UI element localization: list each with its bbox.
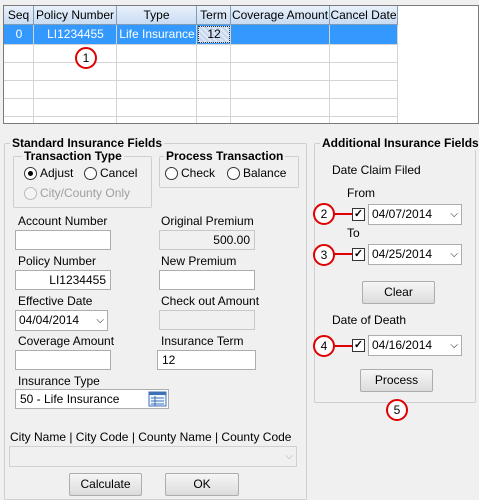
col-divider <box>397 25 398 123</box>
cell-cancel-date[interactable] <box>330 25 398 43</box>
city-county-select[interactable]: ⌵ <box>9 446 297 467</box>
effective-date-value: 04/04/2014 <box>19 313 80 327</box>
col-divider <box>196 25 197 123</box>
col-divider <box>329 25 330 123</box>
col-divider <box>230 25 231 123</box>
insurance-term-label: Insurance Term <box>161 334 244 348</box>
from-date-value: 04/07/2014 <box>372 207 433 221</box>
ok-button[interactable]: OK <box>165 473 239 496</box>
additional-insurance-group <box>314 143 476 403</box>
account-number-label: Account Number <box>18 214 108 228</box>
adjust-label[interactable]: Adjust <box>40 166 73 180</box>
check-out-amount-input[interactable] <box>159 310 255 330</box>
city-county-header-label: City Name | City Code | County Name | Co… <box>10 430 292 444</box>
new-premium-label: New Premium <box>161 254 237 268</box>
to-date-value: 04/25/2014 <box>372 247 433 261</box>
cell-type[interactable]: Life Insurance <box>117 25 197 43</box>
row-divider <box>4 62 398 63</box>
from-date-picker[interactable]: 04/07/2014 ⌵ <box>368 204 462 225</box>
effective-date-picker[interactable]: 04/04/2014 ⌵ <box>15 310 108 331</box>
callout-2: 2 <box>313 203 335 225</box>
col-header-seq[interactable]: Seq <box>4 6 34 25</box>
row-divider <box>4 80 398 81</box>
original-premium-input[interactable]: 500.00 <box>159 230 255 250</box>
city-county-label[interactable]: City/County Only <box>40 186 130 200</box>
callout-5: 5 <box>386 399 408 421</box>
policy-number-label: Policy Number <box>18 254 97 268</box>
new-premium-input[interactable] <box>159 270 255 290</box>
date-of-death-label: Date of Death <box>332 313 407 327</box>
cell-coverage-amount[interactable] <box>231 25 330 43</box>
row-divider <box>4 44 398 45</box>
adjust-radio[interactable] <box>24 167 37 180</box>
col-header-term[interactable]: Term <box>197 6 231 25</box>
list-picker-icon[interactable] <box>148 391 167 407</box>
chevron-down-icon[interactable]: ⌵ <box>450 336 458 355</box>
check-label[interactable]: Check <box>181 166 215 180</box>
callout-4-connector <box>334 345 352 347</box>
balance-radio[interactable] <box>227 167 240 180</box>
col-header-coverage-amount[interactable]: Coverage Amount <box>231 6 330 25</box>
col-header-cancel-date[interactable]: Cancel Date <box>330 6 398 25</box>
coverage-amount-label: Coverage Amount <box>18 334 115 348</box>
cell-seq[interactable]: 0 <box>4 25 34 43</box>
transaction-type-group <box>13 156 152 208</box>
insurance-type-input[interactable]: 50 - Life Insurance <box>15 389 169 409</box>
col-header-type[interactable]: Type <box>117 6 197 25</box>
original-premium-label: Original Premium <box>161 214 254 228</box>
calculate-button[interactable]: Calculate <box>69 473 142 496</box>
chevron-down-icon[interactable]: ⌵ <box>285 447 293 466</box>
callout-4: 4 <box>313 335 335 357</box>
chevron-down-icon[interactable]: ⌵ <box>96 311 104 330</box>
check-out-amount-label: Check out Amount <box>161 294 260 308</box>
date-of-death-checkbox[interactable]: ✓ <box>352 339 365 352</box>
col-header-policy-number[interactable]: Policy Number <box>34 6 117 25</box>
col-divider <box>33 25 34 123</box>
account-number-input[interactable] <box>15 230 111 250</box>
cell-term[interactable]: 12 <box>198 26 230 43</box>
callout-1: 1 <box>75 47 97 69</box>
chevron-down-icon[interactable]: ⌵ <box>450 205 458 224</box>
date-of-death-picker[interactable]: 04/16/2014 ⌵ <box>368 335 462 356</box>
balance-label[interactable]: Balance <box>243 166 286 180</box>
cancel-radio[interactable] <box>84 167 97 180</box>
col-divider <box>116 25 117 123</box>
coverage-amount-input[interactable] <box>15 350 111 370</box>
row-divider <box>4 116 398 117</box>
cell-policy-number[interactable]: LI1234455 <box>34 25 117 43</box>
cancel-label[interactable]: Cancel <box>100 166 137 180</box>
to-date-picker[interactable]: 04/25/2014 ⌵ <box>368 244 462 265</box>
date-of-death-value: 04/16/2014 <box>372 338 433 352</box>
insurance-type-label: Insurance Type <box>18 374 100 388</box>
to-label: To <box>347 226 360 240</box>
insurance-term-input[interactable]: 12 <box>157 350 256 370</box>
policy-grid[interactable]: Seq Policy Number Type Term Coverage Amo… <box>3 5 479 124</box>
callout-2-connector <box>334 213 352 215</box>
process-button[interactable]: Process <box>360 369 433 392</box>
effective-date-label: Effective Date <box>18 294 93 308</box>
to-checkbox[interactable]: ✓ <box>352 248 365 261</box>
transaction-type-title: Transaction Type <box>22 149 124 163</box>
policy-number-input[interactable]: LI1234455 <box>15 270 111 290</box>
additional-insurance-title: Additional Insurance Fields <box>320 136 479 150</box>
from-label: From <box>347 186 375 200</box>
date-claim-filed-label: Date Claim Filed <box>332 163 421 177</box>
callout-3-connector <box>334 253 352 255</box>
chevron-down-icon[interactable]: ⌵ <box>450 245 458 264</box>
process-transaction-title: Process Transaction <box>164 149 286 163</box>
city-county-radio[interactable] <box>24 187 37 200</box>
callout-3: 3 <box>313 244 335 266</box>
check-radio[interactable] <box>165 167 178 180</box>
standard-insurance-title: Standard Insurance Fields <box>10 136 165 150</box>
clear-button[interactable]: Clear <box>362 281 435 304</box>
row-divider <box>4 98 398 99</box>
from-checkbox[interactable]: ✓ <box>352 208 365 221</box>
